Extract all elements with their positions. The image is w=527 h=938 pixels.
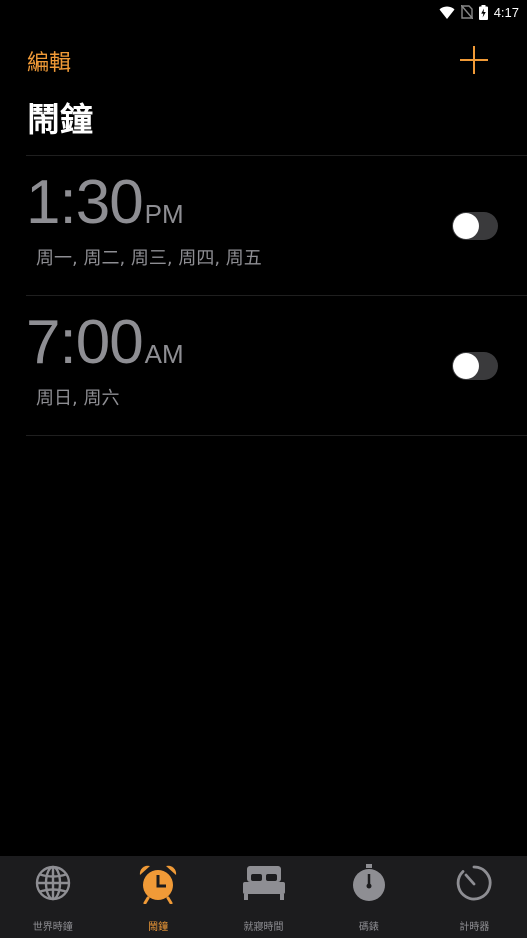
alarm-time-value: 1:30 [26, 168, 144, 237]
alarm-time: 1:30PM [26, 170, 184, 252]
tab-timer[interactable]: 計時器 [422, 856, 527, 938]
tab-bedtime[interactable]: 就寢時間 [211, 856, 316, 938]
alarm-toggle[interactable] [452, 212, 498, 240]
divider [26, 435, 527, 436]
alarm-period: PM [144, 199, 184, 229]
page-title: 鬧鐘 [27, 100, 93, 139]
alarm-period: AM [144, 339, 184, 369]
alarm-time-value: 7:00 [26, 308, 144, 377]
tab-label: 鬧鐘 [148, 922, 169, 933]
tab-world-clock[interactable]: 世界時鐘 [0, 856, 105, 938]
tab-bar: 世界時鐘 鬧鐘 就寢時間 碼錶 計時器 [0, 856, 527, 938]
toggle-knob [453, 213, 479, 239]
tab-label: 計時器 [459, 922, 490, 933]
alarm-repeat-days: 周一, 周二, 周三, 周四, 周五 [36, 248, 262, 269]
add-alarm-button[interactable] [458, 44, 490, 76]
tab-stopwatch[interactable]: 碼錶 [316, 856, 421, 938]
alarm-clock-icon [140, 865, 177, 904]
bed-icon [242, 866, 285, 900]
tab-label: 就寢時間 [243, 922, 284, 933]
wifi-icon [439, 6, 455, 19]
tab-label: 碼錶 [358, 922, 379, 933]
alarm-row[interactable]: 7:00AM 周日, 周六 [0, 296, 527, 436]
status-bar: 4:17 [0, 0, 527, 24]
toggle-knob [453, 353, 479, 379]
stopwatch-icon [352, 864, 385, 901]
globe-icon [35, 865, 70, 901]
alarm-toggle[interactable] [452, 352, 498, 380]
edit-button[interactable]: 編輯 [27, 50, 71, 78]
plus-icon [460, 46, 488, 74]
tab-alarm[interactable]: 鬧鐘 [105, 856, 210, 938]
no-sim-icon [460, 5, 473, 19]
timer-icon [457, 865, 492, 901]
battery-charging-icon [478, 4, 488, 20]
alarm-repeat-days: 周日, 周六 [36, 388, 120, 409]
tab-label: 世界時鐘 [32, 922, 73, 933]
alarm-row[interactable]: 1:30PM 周一, 周二, 周三, 周四, 周五 [0, 156, 527, 296]
alarm-time: 7:00AM [26, 310, 184, 392]
status-time: 4:17 [493, 4, 519, 20]
